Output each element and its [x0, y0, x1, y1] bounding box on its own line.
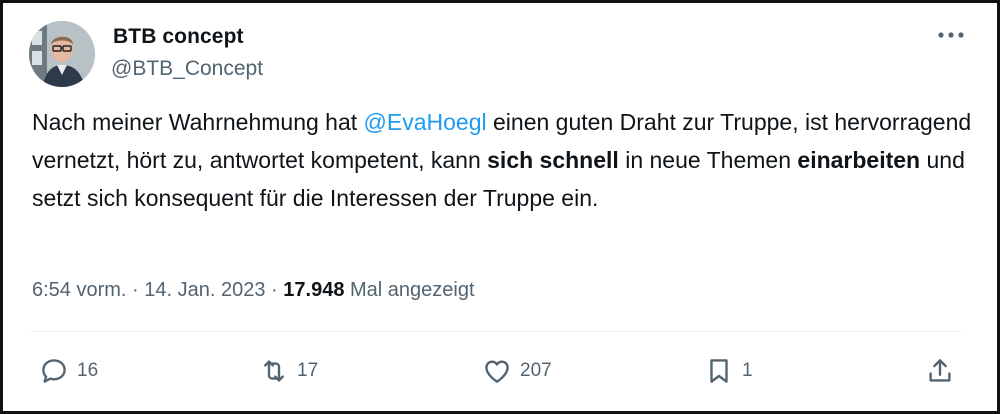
like-count: 207	[520, 360, 552, 381]
like-icon	[485, 360, 509, 383]
retweet-button[interactable]: 17	[259, 349, 318, 393]
retweet-icon	[264, 360, 284, 382]
tweet-text: Nach meiner Wahrnehmung hat @EvaHoegl ei…	[32, 103, 972, 217]
view-count: 17.948	[283, 279, 345, 301]
action-bar: 16 17 207 1	[3, 349, 1000, 393]
reply-count: 16	[77, 360, 99, 381]
tweet-time[interactable]: 6:54 vorm.	[32, 279, 126, 301]
reply-icon	[42, 359, 66, 383]
meta-separator: ·	[265, 279, 284, 301]
more-button[interactable]	[933, 23, 969, 47]
tweet-header: BTB concept @BTB_Concept	[29, 21, 979, 87]
view-count-label: Mal angezeigt	[344, 279, 475, 301]
avatar[interactable]	[29, 21, 95, 87]
author-handle[interactable]: @BTB_Concept	[111, 57, 263, 81]
bookmark-icon	[710, 359, 728, 383]
author-name[interactable]: BTB concept	[113, 25, 244, 49]
retweet-count: 17	[297, 360, 319, 381]
bookmark-count: 1	[742, 360, 753, 381]
mention-link[interactable]: @EvaHoegl	[364, 109, 487, 135]
tweet-date[interactable]: 14. Jan. 2023	[144, 279, 265, 301]
tweet-text-bold: sich schnell	[487, 147, 619, 173]
bookmark-button[interactable]: 1	[704, 349, 753, 393]
tweet-text-bold: einarbeiten	[797, 147, 921, 173]
tweet-meta: 6:54 vorm. · 14. Jan. 2023 · 17.948 Mal …	[32, 279, 475, 302]
share-button[interactable]	[925, 349, 955, 393]
divider	[29, 331, 963, 332]
share-icon	[929, 359, 951, 382]
meta-separator: ·	[126, 279, 145, 301]
tweet-text-part: in neue Themen	[618, 147, 798, 173]
tweet-text-part: Nach meiner Wahrnehmung hat	[32, 109, 364, 135]
like-button[interactable]: 207	[482, 349, 552, 393]
more-icon	[938, 32, 964, 38]
reply-button[interactable]: 16	[39, 349, 98, 393]
tweet-card: BTB concept @BTB_Concept Nach meiner Wah…	[0, 0, 1000, 414]
